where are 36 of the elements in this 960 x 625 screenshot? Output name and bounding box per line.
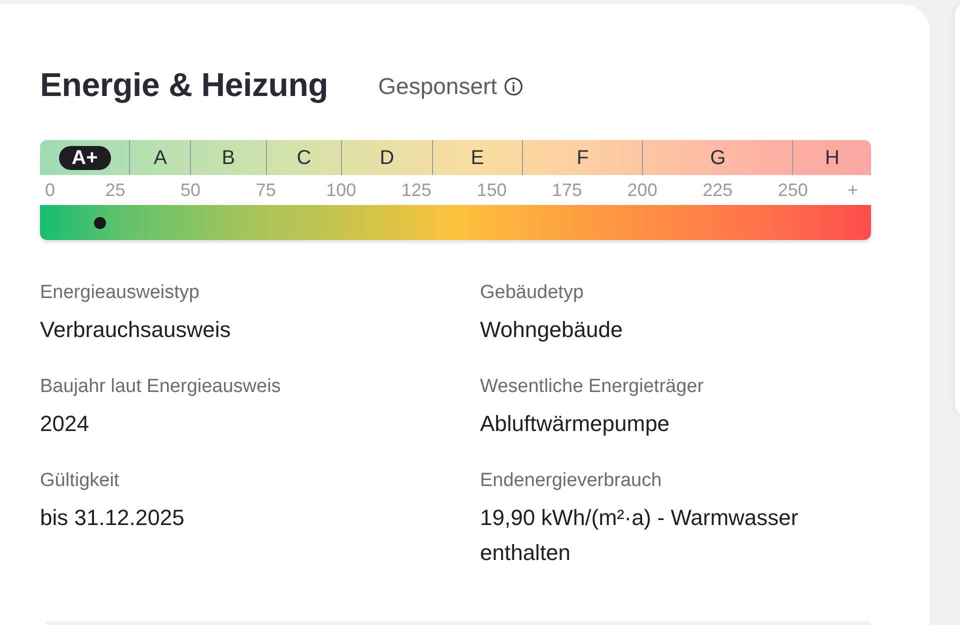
energy-class-label: D — [380, 146, 394, 170]
scale-tick-label: + — [847, 180, 858, 200]
energy-class-label: F — [576, 146, 589, 170]
detail-label: Baujahr laut Energieausweis — [40, 375, 281, 399]
sponsored-label: Gesponsert — [378, 72, 498, 100]
energy-class-label: E — [470, 146, 484, 170]
scale-tick-label: 100 — [326, 180, 356, 200]
info-icon[interactable] — [504, 76, 524, 96]
scale-tick-label: 75 — [256, 180, 276, 200]
energy-class-label: A — [154, 146, 167, 170]
energy-class-label: H — [825, 146, 840, 170]
detail-value: Wohngebäude — [480, 316, 623, 344]
detail-label: Energieausweistyp — [40, 281, 200, 305]
energy-class-label: A+ — [58, 146, 111, 170]
scale-tick-label: 50 — [180, 180, 201, 200]
scale-tick-label: 250 — [778, 180, 808, 200]
energy-class-label: C — [296, 146, 312, 170]
detail-label: Gebäudetyp — [480, 281, 584, 305]
energy-class-label: G — [710, 146, 726, 170]
scale-tick-label: 125 — [401, 180, 432, 200]
section-title: Energie & Heizung — [40, 66, 328, 104]
energy-class-label: B — [222, 146, 236, 170]
detail-value: 2024 — [40, 410, 89, 438]
scale-tick-label: 25 — [105, 180, 126, 200]
scale-tick-label: 175 — [552, 180, 582, 200]
detail-value: 19,90 kWh/(m²·a) - Warmwasser enthalten — [480, 504, 800, 567]
scale-tick-label: 200 — [627, 180, 658, 200]
scale-tick-label: 0 — [45, 180, 56, 200]
detail-value: Verbrauchsausweis — [40, 316, 231, 344]
detail-label: Wesentliche Energieträger — [480, 375, 704, 399]
detail-label: Gültigkeit — [40, 469, 120, 493]
detail-value: bis 31.12.2025 — [40, 504, 184, 532]
detail-value: Abluftwärmepumpe — [480, 410, 670, 438]
detail-label: Endenergieverbrauch — [480, 469, 662, 493]
scale-tick-label: 150 — [476, 180, 507, 200]
scale-tick-label: 225 — [702, 180, 733, 200]
